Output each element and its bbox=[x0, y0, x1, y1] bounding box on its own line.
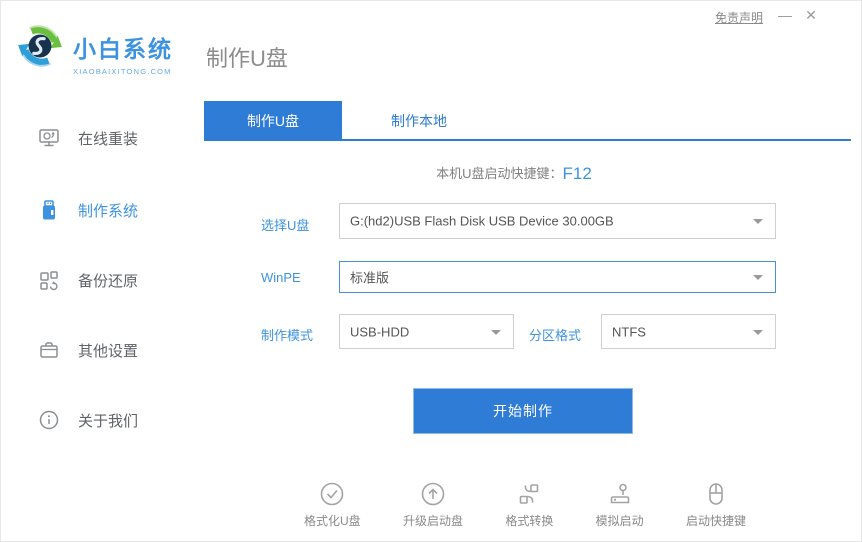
info-icon bbox=[39, 410, 59, 430]
sidebar-item-label: 备份还原 bbox=[78, 272, 139, 290]
brand-name: 小白系统 bbox=[73, 36, 173, 62]
winpe-dropdown[interactable]: 标准版 bbox=[339, 261, 776, 293]
make-mode-dropdown[interactable]: USB-HDD bbox=[339, 314, 514, 349]
sidebar-item-label: 其他设置 bbox=[78, 342, 139, 360]
sidebar-item-about-us[interactable]: 关于我们 bbox=[38, 407, 138, 433]
arrow-up-circle-icon bbox=[421, 482, 445, 506]
make-mode-label: 制作模式 bbox=[261, 328, 314, 343]
tab-make-local[interactable]: 制作本地 bbox=[344, 101, 494, 141]
usb-drive-icon bbox=[43, 200, 55, 220]
sidebar-item-other-settings[interactable]: 其他设置 bbox=[38, 337, 138, 363]
sidebar-item-label: 在线重装 bbox=[78, 130, 139, 148]
chevron-down-icon bbox=[753, 219, 763, 224]
page-title: 制作U盘 bbox=[206, 46, 288, 71]
monitor-reinstall-icon bbox=[39, 129, 59, 147]
brand-logo-icon bbox=[18, 25, 62, 67]
brand-domain: XIAOBAIXITONG.COM bbox=[73, 67, 172, 76]
partition-format-value: NTFS bbox=[612, 324, 646, 339]
tab-make-usb[interactable]: 制作U盘 bbox=[204, 101, 342, 141]
app-window: 免责声明 — ✕ 小白系统 XIAOBAIXITONG.COM 制作U盘 在线重… bbox=[0, 0, 862, 542]
tool-format-convert[interactable]: 格式转换 bbox=[505, 481, 553, 529]
usb-select-dropdown[interactable]: G:(hd2)USB Flash Disk USB Device 30.00GB bbox=[339, 203, 776, 239]
boot-hotkey-hint: 本机U盘启动快捷键：F12 bbox=[204, 163, 824, 184]
brand-block: 小白系统 XIAOBAIXITONG.COM bbox=[73, 30, 173, 76]
simulate-boot-icon bbox=[610, 483, 629, 504]
sidebar-item-label: 制作系统 bbox=[78, 202, 139, 220]
tab-bar: 制作U盘 制作本地 bbox=[204, 101, 851, 141]
format-convert-icon bbox=[520, 484, 539, 504]
usb-select-value: G:(hd2)USB Flash Disk USB Device 30.00GB bbox=[350, 213, 614, 229]
chevron-down-icon bbox=[753, 329, 763, 335]
chevron-down-icon bbox=[491, 329, 501, 335]
sidebar-item-make-system[interactable]: 制作系统 bbox=[38, 197, 138, 223]
tool-label: 启动快捷键 bbox=[685, 514, 746, 528]
tool-label: 升级启动盘 bbox=[402, 514, 463, 528]
tool-format-usb[interactable]: 格式化U盘 bbox=[304, 481, 361, 529]
sidebar-item-online-reinstall[interactable]: 在线重装 bbox=[38, 125, 138, 151]
mouse-icon bbox=[709, 483, 723, 505]
disclaimer-link[interactable]: 免责声明 bbox=[715, 9, 763, 26]
bottom-toolbar: 格式化U盘 升级启动盘 格式转换 模拟启动 启动快捷键 bbox=[304, 481, 746, 529]
winpe-label: WinPE bbox=[261, 270, 301, 285]
usb-select-label: 选择U盘 bbox=[261, 218, 310, 233]
winpe-value: 标准版 bbox=[350, 270, 390, 286]
chevron-down-icon bbox=[753, 275, 763, 280]
check-circle-icon bbox=[321, 482, 344, 506]
boot-hotkey-label: 本机U盘启动快捷键： bbox=[436, 166, 563, 181]
partition-format-label: 分区格式 bbox=[529, 328, 582, 343]
tool-upgrade-boot-disk[interactable]: 升级启动盘 bbox=[403, 481, 463, 529]
partition-format-dropdown[interactable]: NTFS bbox=[601, 314, 776, 349]
briefcase-icon bbox=[40, 342, 58, 358]
tool-label: 模拟启动 bbox=[595, 514, 644, 528]
start-make-button[interactable]: 开始制作 bbox=[413, 388, 633, 434]
close-icon[interactable]: ✕ bbox=[801, 7, 821, 24]
make-mode-value: USB-HDD bbox=[350, 324, 410, 339]
boot-hotkey-value: F12 bbox=[562, 164, 592, 183]
sidebar-item-backup-restore[interactable]: 备份还原 bbox=[38, 267, 138, 293]
sidebar-item-label: 关于我们 bbox=[78, 412, 139, 430]
backup-restore-icon bbox=[40, 271, 58, 291]
minimize-icon[interactable]: — bbox=[775, 7, 795, 23]
tool-label: 格式化U盘 bbox=[304, 514, 361, 528]
tool-label: 格式转换 bbox=[505, 514, 554, 528]
tool-boot-hotkey[interactable]: 启动快捷键 bbox=[686, 481, 746, 529]
tool-simulate-boot[interactable]: 模拟启动 bbox=[596, 481, 644, 529]
